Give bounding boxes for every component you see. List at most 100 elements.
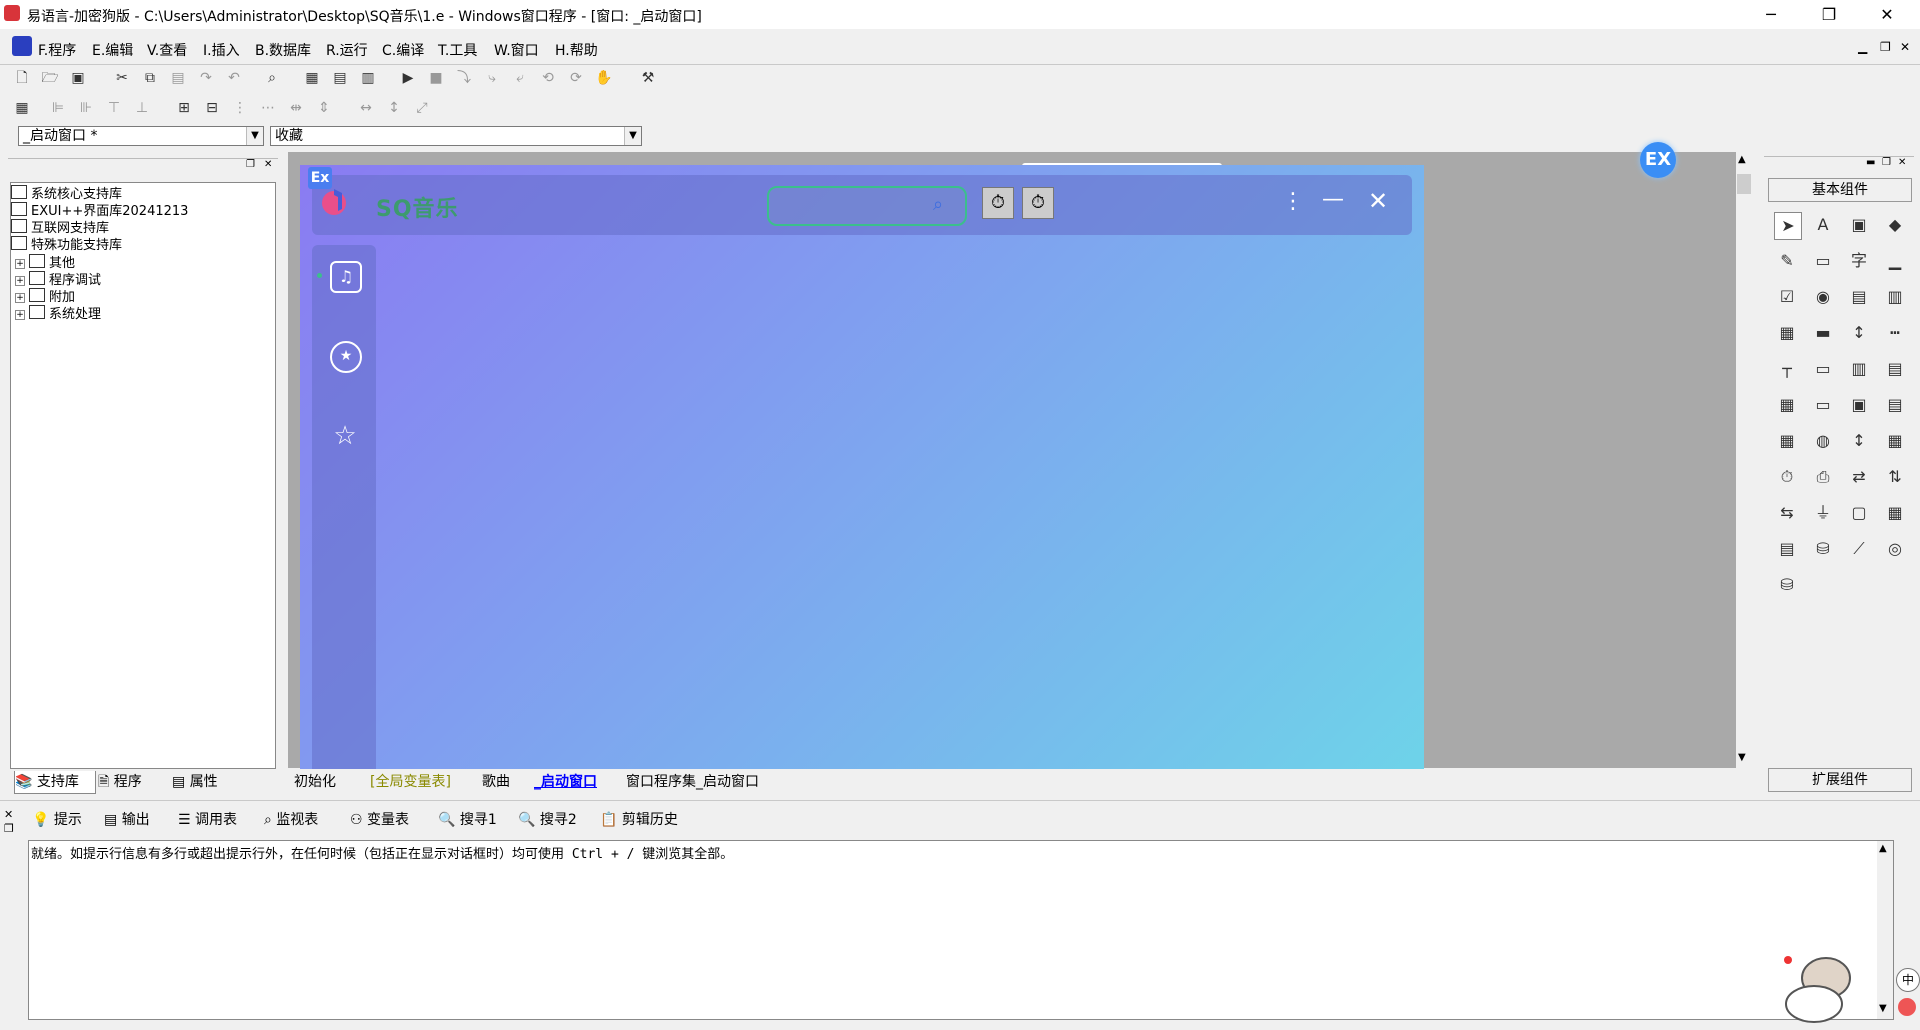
grid-table-icon[interactable]: ▦ xyxy=(1774,428,1800,454)
slider-icon[interactable]: ▬ xyxy=(1810,320,1836,346)
text-icon[interactable]: 字 xyxy=(1846,248,1872,274)
tool-wizard-icon[interactable]: ⚒ xyxy=(638,68,658,88)
close-button[interactable]: ✕ xyxy=(1864,0,1910,29)
trackbar-icon[interactable]: ┬ xyxy=(1774,356,1800,382)
scroll-up-icon[interactable]: ▲ xyxy=(1738,154,1746,165)
tab-global-vars[interactable]: [全局变量表] xyxy=(370,771,451,793)
step-b-icon[interactable]: ⤷ xyxy=(482,68,502,88)
transfer-c-icon[interactable]: ⇆ xyxy=(1774,500,1800,526)
undo-icon[interactable]: ↶ xyxy=(224,68,244,88)
ruler-icon[interactable]: ┅ xyxy=(1882,320,1908,346)
same-height-icon[interactable]: ↕ xyxy=(384,98,404,118)
chart-icon[interactable]: ⟋ xyxy=(1846,536,1872,562)
tab-call-stack[interactable]: ☰ 调用表 xyxy=(178,809,237,829)
search-input[interactable]: ⌕ xyxy=(767,186,967,226)
expand-icon[interactable]: + xyxy=(15,310,25,320)
menu-compile[interactable]: C.编译 xyxy=(382,40,424,60)
transfer-a-icon[interactable]: ⇄ xyxy=(1846,464,1872,490)
expand-icon[interactable]: + xyxy=(15,259,25,269)
more-icon[interactable]: ⋮ xyxy=(1282,189,1304,214)
tab-clip-history[interactable]: 📋 剪辑历史 xyxy=(600,809,678,829)
tab-support-library[interactable]: 📚 支持库 xyxy=(14,771,96,794)
tree-item-internet[interactable]: 互联网支持库 xyxy=(11,217,109,236)
calendar-icon[interactable]: ▦ xyxy=(1774,392,1800,418)
menu-help[interactable]: H.帮助 xyxy=(555,40,598,60)
database-icon[interactable]: ⛁ xyxy=(1810,536,1836,562)
space-c-icon[interactable]: ⇹ xyxy=(286,98,306,118)
tree-item-debug[interactable]: + 程序调试 xyxy=(15,269,101,288)
tab-program[interactable]: 🗎 程序 xyxy=(98,771,164,793)
space-d-icon[interactable]: ⇕ xyxy=(314,98,334,118)
designed-form[interactable]: SQ音乐 ⌕ ⏱ ⏱ ⋮ — ✕ ♫ ★ ☆ Ex xyxy=(300,165,1424,769)
step-d-icon[interactable]: ⟲ xyxy=(538,68,558,88)
tab-variables[interactable]: ⚇ 变量表 xyxy=(350,809,409,829)
minimize-icon[interactable]: — xyxy=(1322,187,1344,212)
hand-icon[interactable]: ✋ xyxy=(594,68,614,88)
transfer-b-icon[interactable]: ⇅ xyxy=(1882,464,1908,490)
copy-icon[interactable]: ⧉ xyxy=(140,68,160,88)
tab-window-assembly[interactable]: 窗口程序集_启动窗口 xyxy=(626,771,759,793)
label-icon[interactable]: A xyxy=(1810,212,1836,238)
tab-watch[interactable]: ⌕ 监视表 xyxy=(264,809,318,829)
tab-search1[interactable]: 🔍 搜寻1 xyxy=(438,809,497,829)
menu-edit[interactable]: E.编辑 xyxy=(92,40,133,60)
step-e-icon[interactable]: ⟳ xyxy=(566,68,586,88)
paste-icon[interactable]: ▤ xyxy=(168,68,188,88)
scroll-down-icon[interactable]: ▼ xyxy=(1879,1003,1887,1014)
odbc-icon[interactable]: ◎ xyxy=(1882,536,1908,562)
tab-output[interactable]: ▤ 输出 xyxy=(104,809,150,829)
table-icon[interactable]: ▥ xyxy=(1846,356,1872,382)
print-icon[interactable]: ⎙ xyxy=(1810,464,1836,490)
space-b-icon[interactable]: ⋯ xyxy=(258,98,278,118)
ime-indicator[interactable]: 中 xyxy=(1896,968,1920,992)
chevron-down-icon[interactable]: ▼ xyxy=(624,127,641,145)
menu-database[interactable]: B.数据库 xyxy=(255,40,311,60)
grid-list-icon[interactable]: ▦ xyxy=(1774,320,1800,346)
tree-item-core[interactable]: 系统核心支持库 xyxy=(11,183,122,202)
menu-view[interactable]: V.查看 xyxy=(147,40,187,60)
output-scrollbar[interactable]: ▲ ▼ xyxy=(1877,841,1893,1019)
grid-icon[interactable]: ▦ xyxy=(12,98,32,118)
save-icon[interactable]: ▣ xyxy=(68,68,88,88)
tree-item-system[interactable]: + 系统处理 xyxy=(15,303,101,322)
new-file-icon[interactable]: 🗋 xyxy=(12,68,32,88)
designer-scrollbar[interactable]: ▲ ▼ xyxy=(1736,152,1752,768)
folder-select-icon[interactable]: ▣ xyxy=(1846,392,1872,418)
checkbox-icon[interactable]: ☑ xyxy=(1774,284,1800,310)
listbox-icon[interactable]: ▤ xyxy=(1846,284,1872,310)
panel-close-icon[interactable]: ✕ xyxy=(1898,157,1906,168)
combobox-icon[interactable]: ▥ xyxy=(1882,284,1908,310)
redo-icon[interactable]: ↷ xyxy=(196,68,216,88)
scroll-up-icon[interactable]: ▲ xyxy=(1879,843,1887,854)
expand-icon[interactable]: + xyxy=(15,293,25,303)
panel-pin-icon[interactable]: ▬ xyxy=(1866,157,1875,168)
pane-close-icon[interactable]: ✕ xyxy=(4,808,13,821)
restore-button[interactable]: ❐ xyxy=(1806,0,1852,29)
shape-icon[interactable]: ◆ xyxy=(1882,212,1908,238)
pointer-icon[interactable]: ➤ xyxy=(1774,212,1802,240)
tab-search2[interactable]: 🔍 搜寻2 xyxy=(518,809,577,829)
panel-restore-icon[interactable]: ❐ xyxy=(246,159,255,170)
same-width-icon[interactable]: ↔ xyxy=(356,98,376,118)
stop-icon[interactable]: ■ xyxy=(426,68,446,88)
align-left-icon[interactable]: ⊫ xyxy=(48,98,68,118)
input-icon[interactable]: ▭ xyxy=(1810,392,1836,418)
clock-grid-icon[interactable]: ▦ xyxy=(1882,428,1908,454)
favorite-star-icon[interactable]: ☆ xyxy=(330,421,360,451)
layout-c-icon[interactable]: ▥ xyxy=(358,68,378,88)
step-c-icon[interactable]: ⤶ xyxy=(510,68,530,88)
frame-icon[interactable]: ▭ xyxy=(1810,248,1836,274)
favorites-combo[interactable]: 收藏 ▼ xyxy=(270,126,642,146)
line-icon[interactable]: ▁ xyxy=(1882,248,1908,274)
close-icon[interactable]: ✕ xyxy=(1368,187,1388,215)
menu-program[interactable]: F.程序 xyxy=(38,40,76,60)
align-right-icon[interactable]: ⊪ xyxy=(76,98,96,118)
scroll-icon[interactable]: ↕ xyxy=(1846,320,1872,346)
tab-init[interactable]: 初始化 xyxy=(294,771,336,793)
run-icon[interactable]: ▶ xyxy=(398,68,418,88)
timer-1-icon[interactable]: ⏱ xyxy=(982,187,1014,219)
center-h-icon[interactable]: ⊞ xyxy=(174,98,194,118)
tree-grid-icon[interactable]: ▦ xyxy=(1882,500,1908,526)
window-select-combo[interactable]: _启动窗口 * ▼ xyxy=(18,126,264,146)
image-icon[interactable]: ▣ xyxy=(1846,212,1872,238)
